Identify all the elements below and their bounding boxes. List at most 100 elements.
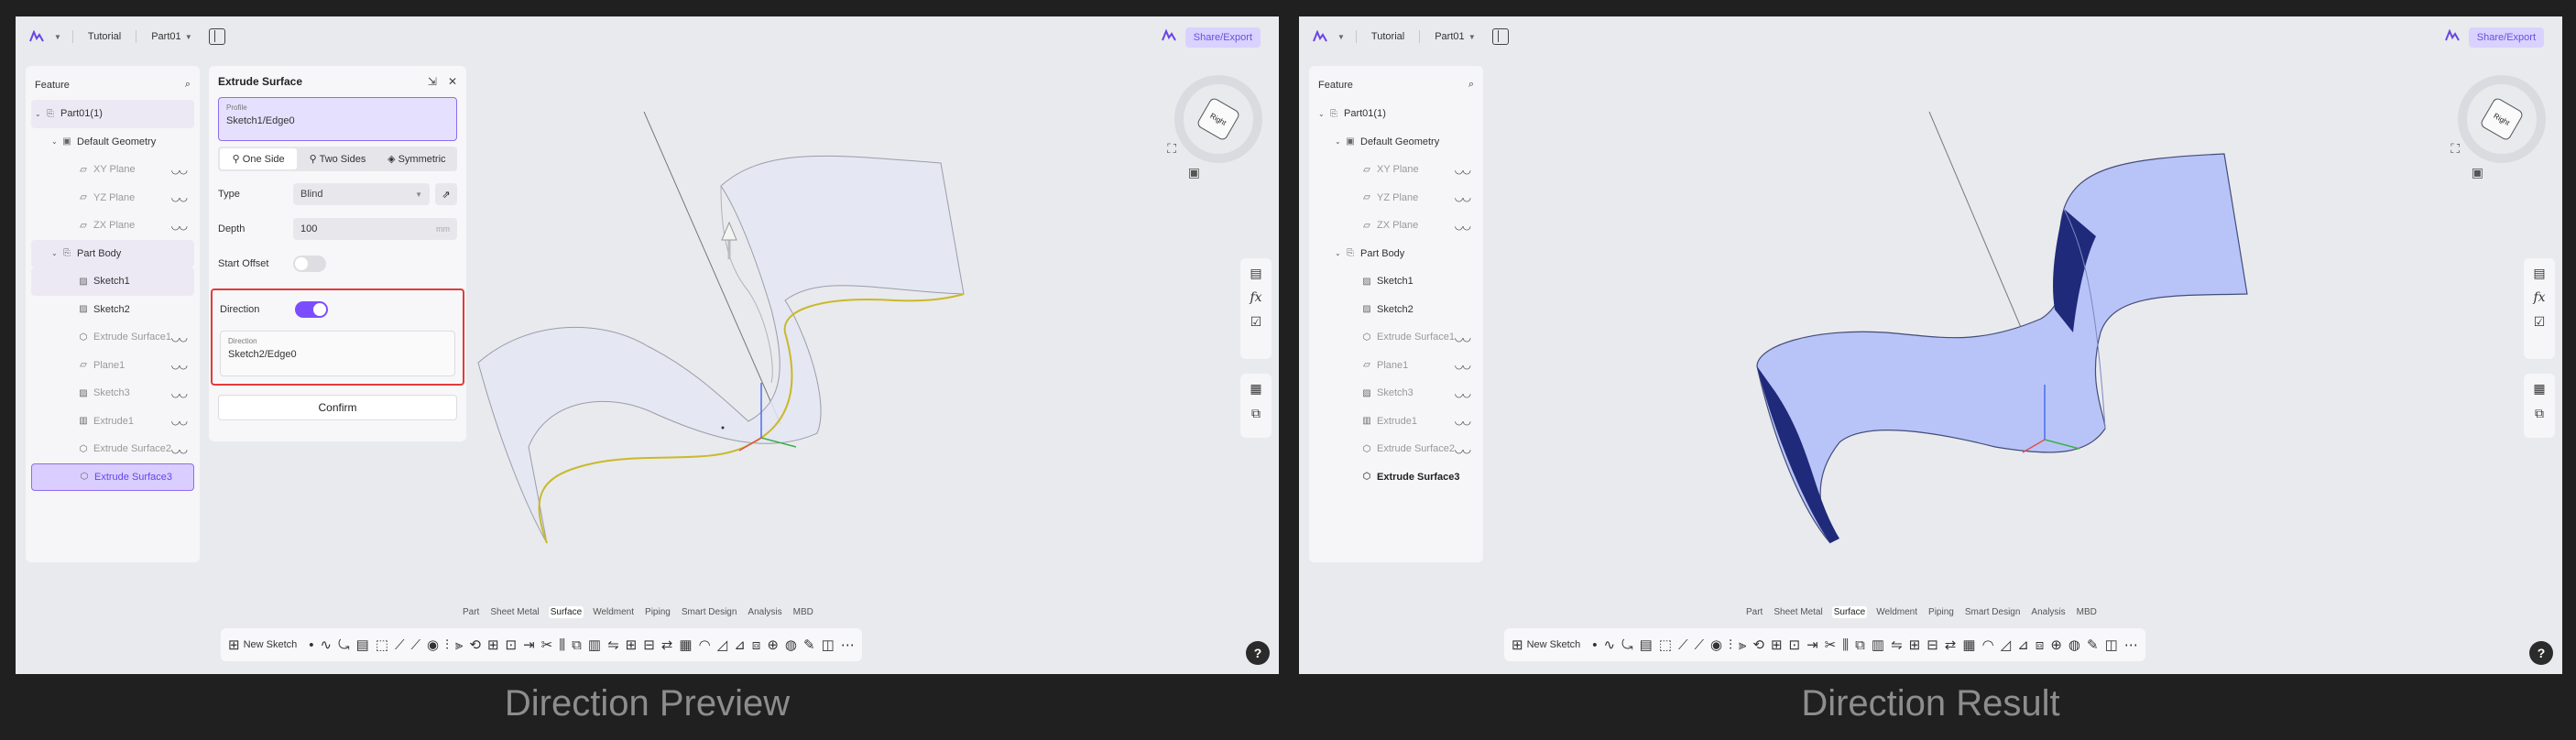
spline-tool-icon[interactable]: ∿ (1604, 638, 1616, 652)
split-tool-icon[interactable]: ⫼ (1842, 638, 1849, 652)
new-sketch-button[interactable]: ⊞ New Sketch (1512, 638, 1580, 652)
visibility-eye-icon[interactable]: ◡◡ (171, 387, 188, 399)
visibility-eye-icon[interactable]: ◡◡ (171, 415, 188, 427)
spline-tool-icon[interactable]: ∿ (321, 638, 333, 652)
tree-item[interactable]: ⌄ ▣ Default Geometry (31, 128, 194, 157)
tree-item[interactable]: ⬡ Extrude Surface3 (1315, 463, 1478, 492)
visibility-eye-icon[interactable]: ◡◡ (1455, 220, 1471, 232)
fill-tool-icon[interactable]: ◉ (1710, 638, 1722, 652)
mass-tool-icon[interactable]: ◍ (2068, 638, 2080, 652)
visibility-eye-icon[interactable]: ◡◡ (1455, 387, 1471, 399)
chamfer-tool-icon[interactable]: ◿ (717, 638, 728, 652)
replace-tool-icon[interactable]: ⇄ (1945, 638, 1957, 652)
module-tab[interactable]: Sheet Metal (488, 606, 540, 618)
visibility-eye-icon[interactable]: ◡◡ (171, 164, 188, 176)
view-mode-icon[interactable]: ▣ (1188, 165, 1200, 180)
section-tool-icon[interactable]: ⧈ (2036, 638, 2045, 652)
module-tab[interactable]: Piping (1927, 606, 1956, 618)
tree-item[interactable]: ⌄ ⎘ Part Body (31, 239, 194, 267)
measure-tool-icon[interactable]: ⊕ (767, 638, 779, 652)
tree-item[interactable]: ⬡ Extrude Surface2 ◡◡ (1315, 435, 1478, 463)
tree-item[interactable]: ▨ Sketch2 (31, 296, 194, 324)
search-icon[interactable]: ⌕ (185, 79, 191, 91)
module-tab[interactable]: Surface (548, 606, 584, 618)
mirror-tool-icon[interactable]: ⇋ (1891, 638, 1903, 652)
module-tab[interactable]: Part (1744, 606, 1764, 618)
tree-item[interactable]: ▨ Sketch3 ◡◡ (1315, 379, 1478, 408)
direction-toggle[interactable] (295, 301, 328, 318)
chevron-down-icon[interactable]: ⌄ (1335, 249, 1344, 257)
pattern-tool-icon[interactable]: ⊞ (626, 638, 638, 652)
polyline-tool-icon[interactable]: ⟋ (411, 638, 421, 652)
tree-item[interactable]: ▱ ZX Plane ◡◡ (1315, 212, 1478, 240)
curve-tool-icon[interactable]: ⤿ (338, 638, 350, 652)
viewport-3d[interactable] (16, 16, 1279, 674)
tab-symmetric[interactable]: ◈ Symmetric (378, 148, 455, 169)
tree-item[interactable]: ⬡ Extrude Surface3 (31, 462, 194, 491)
tree-item[interactable]: ▱ XY Plane ◡◡ (1315, 156, 1478, 184)
properties-icon[interactable]: ▤ (2533, 266, 2545, 281)
view-tool-icon[interactable]: ◫ (2105, 638, 2118, 652)
module-tab[interactable]: Smart Design (1963, 606, 2023, 618)
trim-tool-icon[interactable]: ✂ (1825, 638, 1837, 652)
visibility-eye-icon[interactable]: ◡◡ (1455, 164, 1471, 176)
tab-one-side[interactable]: ⚲ One Side (220, 148, 298, 169)
thicken-tool-icon[interactable]: ▥ (1872, 638, 1884, 652)
view-cube[interactable]: Right (2452, 70, 2551, 169)
close-icon[interactable]: ✕ (448, 75, 457, 88)
help-button[interactable]: ? (1246, 641, 1270, 665)
layout-icon[interactable]: ▦ (2533, 381, 2545, 397)
tree-item[interactable]: ⌄ ⎘ Part Body (1315, 240, 1478, 268)
tree-item[interactable]: ⬡ Extrude Surface1 ◡◡ (31, 323, 194, 352)
properties-icon[interactable]: ▤ (1250, 266, 1261, 281)
fillet-tool-icon[interactable]: ◠ (1982, 638, 1994, 652)
delete-tool-icon[interactable]: ⊟ (643, 638, 655, 652)
view-mode-icon[interactable]: ▣ (2472, 165, 2483, 180)
patch-tool-icon[interactable]: ⊡ (506, 638, 518, 652)
help-button[interactable]: ? (2529, 641, 2553, 665)
layout-icon[interactable]: ▦ (1250, 381, 1261, 397)
module-tab[interactable]: Surface (1831, 606, 1868, 618)
tree-item[interactable]: ⬡ Extrude Surface1 ◡◡ (1315, 323, 1478, 352)
chevron-down-icon[interactable]: ⌄ (51, 249, 60, 257)
loft-tool-icon[interactable]: ⫶ (445, 638, 449, 652)
tab-two-sides[interactable]: ⚲ Two Sides (299, 148, 376, 169)
module-tab[interactable]: MBD (2075, 606, 2099, 618)
tree-item[interactable]: ▱ Plane1 ◡◡ (31, 352, 194, 380)
tree-item[interactable]: ⬡ Extrude Surface2 ◡◡ (31, 435, 194, 463)
knit-tool-icon[interactable]: ⧉ (1855, 638, 1865, 652)
tree-item[interactable]: ▱ XY Plane ◡◡ (31, 156, 194, 184)
tree-item[interactable]: ▨ Sketch2 (1315, 296, 1478, 324)
section-tool-icon[interactable]: ⧈ (752, 638, 761, 652)
module-tab[interactable]: Analysis (746, 606, 783, 618)
revolve-tool-icon[interactable]: ⟲ (469, 638, 481, 652)
module-tab[interactable]: Smart Design (680, 606, 739, 618)
chevron-down-icon[interactable]: ⌄ (51, 137, 60, 146)
assembly-icon[interactable]: ⧉ (1251, 406, 1261, 421)
visibility-eye-icon[interactable]: ◡◡ (171, 359, 188, 371)
module-tab[interactable]: Analysis (2029, 606, 2067, 618)
depth-input[interactable]: 100 mm (293, 218, 457, 240)
polyline-tool-icon[interactable]: ⟋ (1695, 638, 1705, 652)
split-tool-icon[interactable]: ⫼ (559, 638, 565, 652)
module-tab[interactable]: Weldment (1874, 606, 1919, 618)
tree-item[interactable]: ▨ Sketch1 (1315, 267, 1478, 296)
checklist-icon[interactable]: ☑ (2534, 314, 2546, 330)
tree-item[interactable]: ⌄ ⎘ Part01(1) (31, 100, 194, 128)
tree-item[interactable]: ▨ Sketch3 ◡◡ (31, 379, 194, 408)
measure-tool-icon[interactable]: ⊕ (2050, 638, 2062, 652)
profile-field[interactable]: Profile Sketch1/Edge0 (218, 97, 457, 141)
visibility-eye-icon[interactable]: ◡◡ (1455, 191, 1471, 203)
chevron-down-icon[interactable]: ⌄ (1318, 110, 1327, 118)
boundary-tool-icon[interactable]: ⊞ (487, 638, 499, 652)
module-tab[interactable]: Sheet Metal (1772, 606, 1824, 618)
chamfer-tool-icon[interactable]: ◿ (2001, 638, 2012, 652)
visibility-eye-icon[interactable]: ◡◡ (1455, 332, 1471, 343)
thicken-tool-icon[interactable]: ▥ (588, 638, 601, 652)
knit-tool-icon[interactable]: ⧉ (572, 638, 582, 652)
loft-tool-icon[interactable]: ⫶ (1729, 638, 1732, 652)
checklist-icon[interactable]: ☑ (1250, 314, 1262, 330)
tree-item[interactable]: ▥ Extrude1 ◡◡ (31, 408, 194, 436)
point-tool-icon[interactable]: • (309, 638, 313, 652)
visibility-eye-icon[interactable]: ◡◡ (1455, 359, 1471, 371)
